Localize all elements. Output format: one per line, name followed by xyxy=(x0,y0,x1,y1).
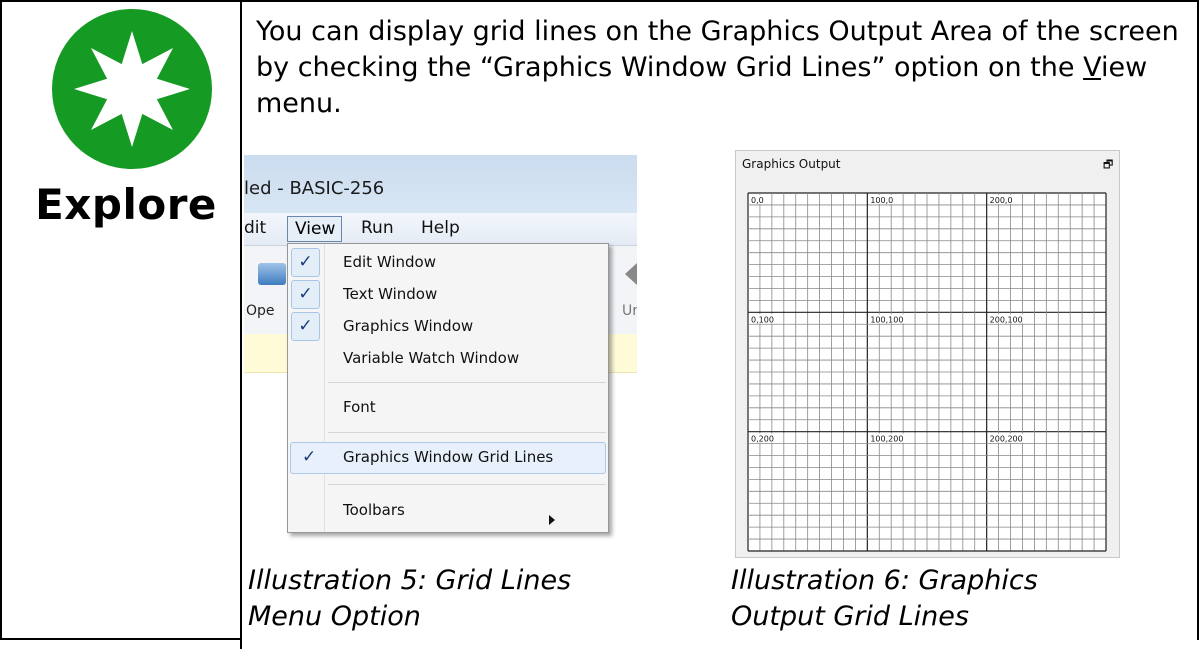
menu-item-graphics-grid-lines[interactable]: ✓ Graphics Window Grid Lines xyxy=(288,442,608,474)
grid-coordinate-label: 100,0 xyxy=(870,196,893,205)
grid-coordinate-label: 200,0 xyxy=(990,196,1013,205)
frame-bottom-border xyxy=(0,638,242,640)
view-mnemonic: V xyxy=(1083,52,1101,83)
view-dropdown-menu: ✓ Edit Window ✓ Text Window ✓ Graphics W… xyxy=(287,243,609,533)
frame-top-border xyxy=(0,0,1199,2)
frame-left-border xyxy=(0,0,2,640)
check-icon: ✓ xyxy=(302,447,317,467)
star-shape xyxy=(74,31,190,147)
menu-help[interactable]: Help xyxy=(421,218,460,238)
menu-screenshot: led - BASIC-256 dit Run Help View Ope Ur… xyxy=(244,155,637,559)
explore-label: Explore xyxy=(35,180,217,229)
menu-separator xyxy=(328,432,606,433)
menu-item-label: Graphics Window Grid Lines xyxy=(343,448,554,466)
grid-coordinate-label: 0,100 xyxy=(751,315,774,324)
menu-item-label: Variable Watch Window xyxy=(343,349,520,367)
grid-coordinate-label: 200,200 xyxy=(990,435,1023,444)
undo-arrow-icon[interactable] xyxy=(625,263,637,285)
submenu-arrow-icon xyxy=(549,515,555,525)
menu-item-text-window[interactable]: ✓ Text Window xyxy=(288,279,608,311)
menu-separator xyxy=(328,382,606,383)
intro-text-after: menu. xyxy=(256,88,342,119)
menu-item-label: Edit Window xyxy=(343,253,436,271)
menu-item-label: Text Window xyxy=(343,285,438,303)
window-titlebar: led - BASIC-256 xyxy=(244,155,637,213)
illustration5-caption-line2: Menu Option xyxy=(248,601,421,632)
menu-view-label: View xyxy=(295,219,336,239)
menu-item-edit-window[interactable]: ✓ Edit Window xyxy=(288,247,608,279)
intro-paragraph: You can display grid lines on the Graphi… xyxy=(256,14,1186,122)
grid-coordinate-label: 100,100 xyxy=(870,315,903,324)
menu-item-variable-watch-window[interactable]: Variable Watch Window xyxy=(288,343,608,375)
view-rest: iew xyxy=(1100,52,1148,83)
menu-item-label: Graphics Window xyxy=(343,317,474,335)
check-icon: ✓ xyxy=(291,312,320,341)
menu-run[interactable]: Run xyxy=(361,218,394,238)
undo-button-label: Ur xyxy=(622,303,637,319)
menu-item-toolbars[interactable]: Toolbars xyxy=(288,495,608,527)
grid-coordinate-label: 100,200 xyxy=(870,435,903,444)
menu-item-graphics-window[interactable]: ✓ Graphics Window xyxy=(288,311,608,343)
graphics-output-screenshot: Graphics Output 🗗 0,0 100,0 200,0 0,100 100,… xyxy=(735,150,1120,558)
illustration6-caption-line2: Output Grid Lines xyxy=(731,601,969,632)
grid-coordinate-label: 200,100 xyxy=(990,315,1023,324)
star-badge-icon xyxy=(52,9,212,169)
check-icon: ✓ xyxy=(291,280,320,309)
grid-coordinate-label: 0,200 xyxy=(751,435,774,444)
menu-item-label: Toolbars xyxy=(343,501,405,519)
illustration6-caption-line1: Illustration 6: Graphics xyxy=(731,565,1038,596)
check-icon: ✓ xyxy=(291,248,320,277)
frame-divider xyxy=(240,0,242,649)
intro-text-before: You can display grid lines on the Graphi… xyxy=(256,16,1179,83)
window-title: led - BASIC-256 xyxy=(244,178,385,199)
menu-view[interactable]: View xyxy=(287,216,342,242)
menu-separator xyxy=(328,484,606,485)
grid-coordinate-label: 0,0 xyxy=(751,196,764,205)
open-button-label: Ope xyxy=(246,303,275,319)
illustration5-caption-line1: Illustration 5: Grid Lines xyxy=(248,565,572,596)
open-folder-icon[interactable] xyxy=(258,263,286,285)
menu-edit[interactable]: dit xyxy=(244,218,266,238)
graphics-output-canvas: 0,0 100,0 200,0 0,100 100,100 200,100 0,200 100… xyxy=(747,192,1107,552)
menu-item-label: Font xyxy=(343,398,376,416)
menu-item-font[interactable]: Font xyxy=(288,392,608,424)
